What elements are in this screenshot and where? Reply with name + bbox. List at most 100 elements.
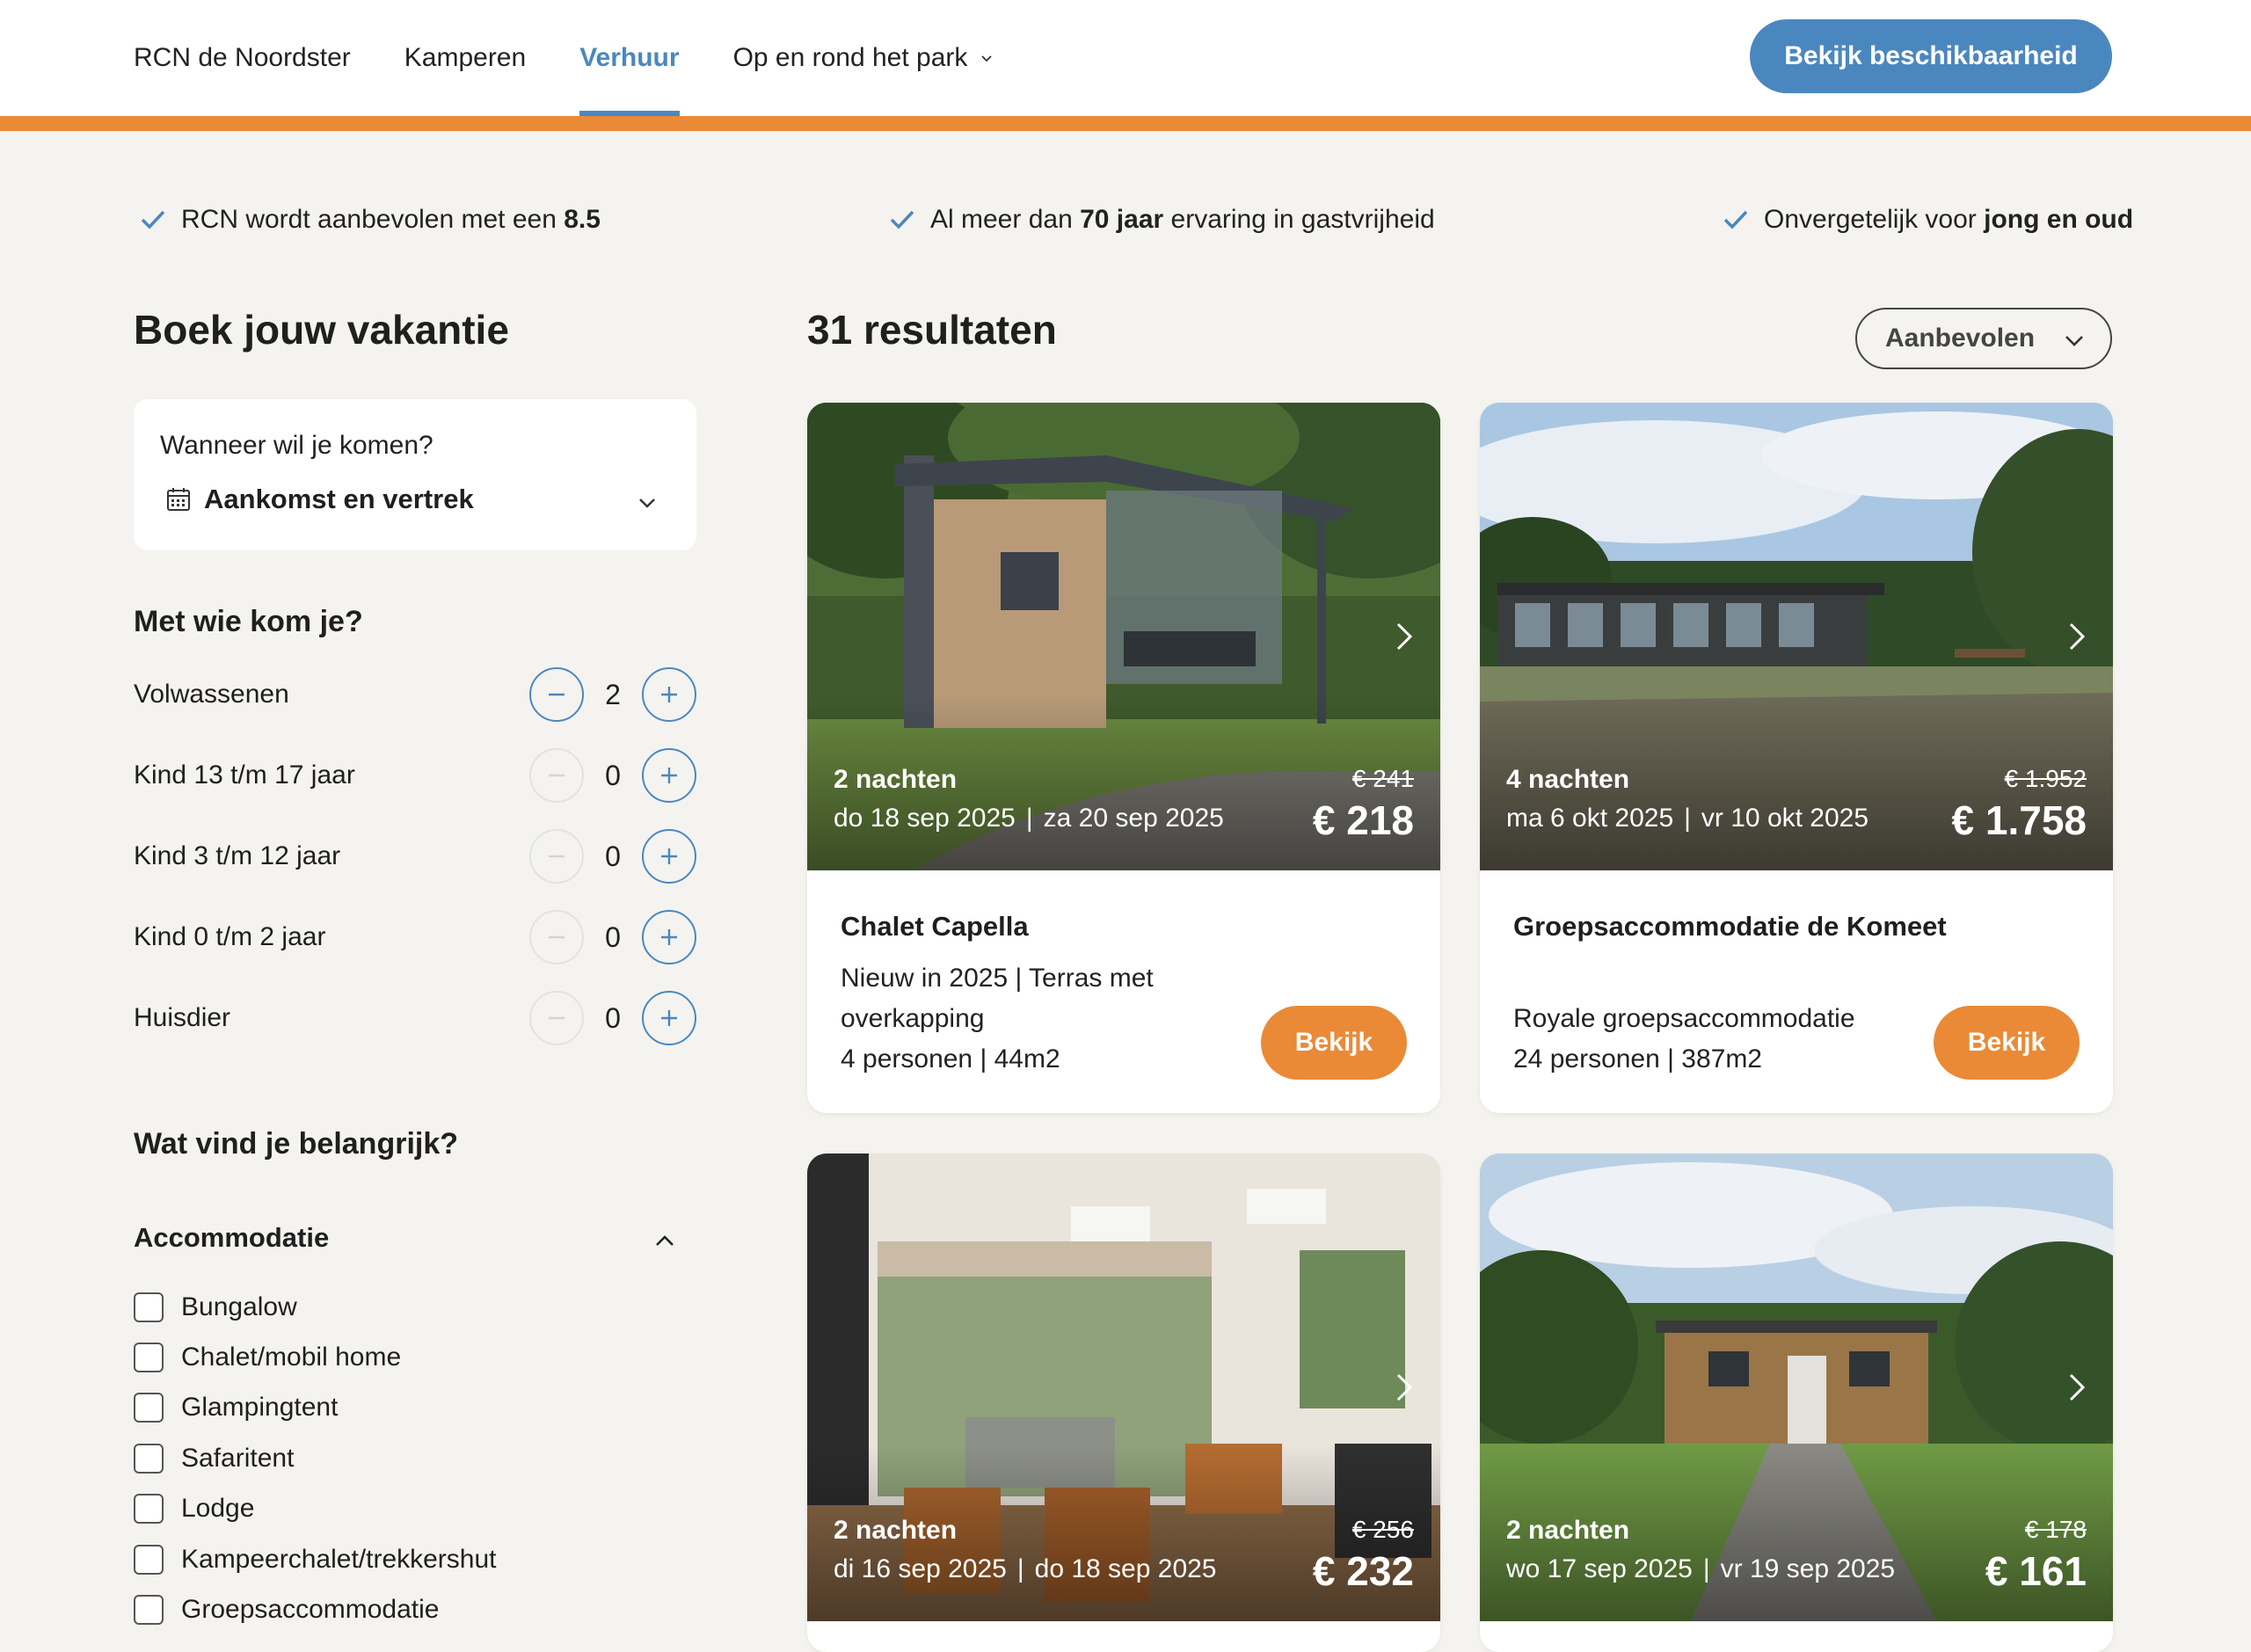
checkbox[interactable] bbox=[134, 1343, 164, 1372]
guest-row-adults: Volwassenen 2 bbox=[134, 667, 696, 722]
filter-option-label: Groepsaccommodatie bbox=[181, 1595, 440, 1624]
decrement-button[interactable] bbox=[529, 910, 584, 964]
card-price: € 218 bbox=[1312, 797, 1414, 843]
chevron-right-icon[interactable] bbox=[1391, 1370, 1417, 1405]
check-icon bbox=[890, 210, 914, 229]
minus-icon bbox=[549, 774, 565, 777]
date-value: Aankomst en vertrek bbox=[165, 484, 474, 515]
checkbox[interactable] bbox=[134, 1444, 164, 1474]
result-card[interactable]: 2 nachten wo 17 sep 2025 | vr 19 sep 2025 … bbox=[1480, 1153, 2113, 1652]
filter-option[interactable]: Safaritent bbox=[134, 1441, 294, 1476]
chevron-right-icon[interactable] bbox=[1391, 619, 1417, 654]
chevron-down-icon bbox=[981, 55, 993, 62]
guest-count: 0 bbox=[605, 921, 621, 953]
card-dates: do 18 sep 2025 | za 20 sep 2025 bbox=[834, 804, 1224, 833]
card-dates: ma 6 okt 2025 | vr 10 okt 2025 bbox=[1506, 804, 1869, 833]
nav-item-op-en-rond[interactable]: Op en rond het park bbox=[733, 0, 994, 116]
sort-select[interactable]: Aanbevolen bbox=[1855, 308, 2112, 369]
plus-icon bbox=[661, 929, 677, 945]
card-description: Royale groepsaccommodatie 24 personen | … bbox=[1513, 1004, 1855, 1073]
plus-icon bbox=[661, 1010, 677, 1026]
filter-option-label: Safaritent bbox=[181, 1444, 295, 1473]
card-image[interactable]: 4 nachten ma 6 okt 2025 | vr 10 okt 2025 €… bbox=[1480, 403, 2113, 870]
filter-option[interactable]: Chalet/mobil home bbox=[134, 1340, 401, 1375]
date-picker[interactable]: Wanneer wil je komen? Aankomst en vertre… bbox=[134, 399, 696, 550]
guest-stepper: 0 bbox=[529, 748, 696, 803]
filter-option-label: Kampeerchalet/trekkershut bbox=[181, 1545, 497, 1574]
date-question: Wanneer wil je komen? bbox=[160, 431, 433, 460]
checkbox[interactable] bbox=[134, 1393, 164, 1423]
card-title: Chalet Capella bbox=[841, 911, 1029, 942]
card-price: € 232 bbox=[1312, 1548, 1414, 1594]
nav-label: Kamperen bbox=[404, 43, 527, 72]
card-price: € 1.758 bbox=[1951, 797, 2087, 843]
nav-label: Op en rond het park bbox=[732, 43, 968, 72]
filter-option[interactable]: Glampingtent bbox=[134, 1390, 338, 1425]
guest-count: 0 bbox=[605, 759, 621, 791]
chevron-up-icon[interactable] bbox=[652, 1229, 677, 1254]
check-icon bbox=[141, 210, 165, 229]
increment-button[interactable] bbox=[642, 748, 696, 803]
main-nav: RCN de Noordster Kamperen Verhuur Op en … bbox=[134, 0, 994, 116]
decrement-button[interactable] bbox=[529, 991, 584, 1045]
minus-icon bbox=[549, 935, 565, 939]
plus-icon bbox=[661, 768, 677, 783]
guest-label: Kind 13 t/m 17 jaar bbox=[134, 761, 355, 790]
increment-button[interactable] bbox=[642, 829, 696, 884]
card-image[interactable]: 2 nachten wo 17 sep 2025 | vr 19 sep 2025 … bbox=[1480, 1153, 2113, 1621]
nav-item-park[interactable]: RCN de Noordster bbox=[134, 0, 351, 116]
header-accent-bar bbox=[0, 116, 2251, 131]
increment-button[interactable] bbox=[642, 667, 696, 722]
guest-label: Huisdier bbox=[134, 1003, 231, 1032]
guest-stepper: 0 bbox=[529, 910, 696, 964]
guests-title: Met wie kom je? bbox=[134, 605, 363, 638]
card-image[interactable]: 2 nachten di 16 sep 2025 | do 18 sep 2025 … bbox=[807, 1153, 1440, 1621]
chevron-right-icon[interactable] bbox=[2064, 619, 2090, 654]
guest-row-teen: Kind 13 t/m 17 jaar 0 bbox=[134, 748, 696, 803]
view-button[interactable]: Bekijk bbox=[1261, 1006, 1407, 1080]
chevron-down-icon bbox=[2065, 336, 2083, 346]
decrement-button[interactable] bbox=[529, 829, 584, 884]
card-dates: wo 17 sep 2025 | vr 19 sep 2025 bbox=[1506, 1554, 1896, 1583]
guest-stepper: 2 bbox=[529, 667, 696, 722]
card-image[interactable]: 2 nachten do 18 sep 2025 | za 20 sep 2025 … bbox=[807, 403, 1440, 870]
booking-title: Boek jouw vakantie bbox=[134, 307, 509, 353]
card-old-price: € 1.952 bbox=[2004, 765, 2087, 792]
usp-young-old: Onvergetelijk voor jong en oud bbox=[1720, 202, 2133, 237]
guest-label: Volwassenen bbox=[134, 680, 289, 709]
card-dates: di 16 sep 2025 | do 18 sep 2025 bbox=[834, 1554, 1217, 1583]
chevron-down-icon bbox=[639, 499, 655, 508]
chevron-right-icon[interactable] bbox=[2064, 1370, 2090, 1405]
increment-button[interactable] bbox=[642, 910, 696, 964]
accommodation-filter-title[interactable]: Accommodatie bbox=[134, 1222, 329, 1254]
guest-count: 0 bbox=[605, 840, 621, 872]
check-availability-button[interactable]: Bekijk beschikbaarheid bbox=[1750, 19, 2112, 93]
filter-option[interactable]: Bungalow bbox=[134, 1290, 297, 1325]
checkbox[interactable] bbox=[134, 1494, 164, 1524]
result-card[interactable]: 4 nachten ma 6 okt 2025 | vr 10 okt 2025 €… bbox=[1480, 403, 2113, 1113]
checkbox[interactable] bbox=[134, 1545, 164, 1575]
card-title: Groepsaccommodatie de Komeet bbox=[1513, 911, 1947, 942]
view-button[interactable]: Bekijk bbox=[1934, 1006, 2080, 1080]
card-price: € 161 bbox=[1985, 1548, 2087, 1594]
check-icon bbox=[1723, 210, 1748, 229]
decrement-button[interactable] bbox=[529, 748, 584, 803]
usp-text: Onvergetelijk voor jong en oud bbox=[1764, 205, 2134, 234]
result-card[interactable]: 2 nachten di 16 sep 2025 | do 18 sep 2025 … bbox=[807, 1153, 1440, 1652]
guest-stepper: 0 bbox=[529, 829, 696, 884]
card-nights: 2 nachten bbox=[834, 1516, 958, 1545]
filter-option-label: Glampingtent bbox=[181, 1393, 339, 1422]
increment-button[interactable] bbox=[642, 991, 696, 1045]
checkbox[interactable] bbox=[134, 1292, 164, 1322]
filter-option-label: Chalet/mobil home bbox=[181, 1343, 402, 1372]
result-card[interactable]: 2 nachten do 18 sep 2025 | za 20 sep 2025 … bbox=[807, 403, 1440, 1113]
filter-option[interactable]: Kampeerchalet/trekkershut bbox=[134, 1542, 497, 1577]
filter-option[interactable]: Lodge bbox=[134, 1491, 254, 1526]
nav-item-kamperen[interactable]: Kamperen bbox=[404, 0, 526, 116]
checkbox[interactable] bbox=[134, 1595, 164, 1625]
filter-option[interactable]: Groepsaccommodatie bbox=[134, 1592, 439, 1627]
important-title: Wat vind je belangrijk? bbox=[134, 1127, 459, 1161]
nav-item-verhuur[interactable]: Verhuur bbox=[579, 0, 680, 116]
decrement-button[interactable] bbox=[529, 667, 584, 722]
usp-experience: Al meer dan 70 jaar ervaring in gastvrij… bbox=[886, 202, 1435, 237]
